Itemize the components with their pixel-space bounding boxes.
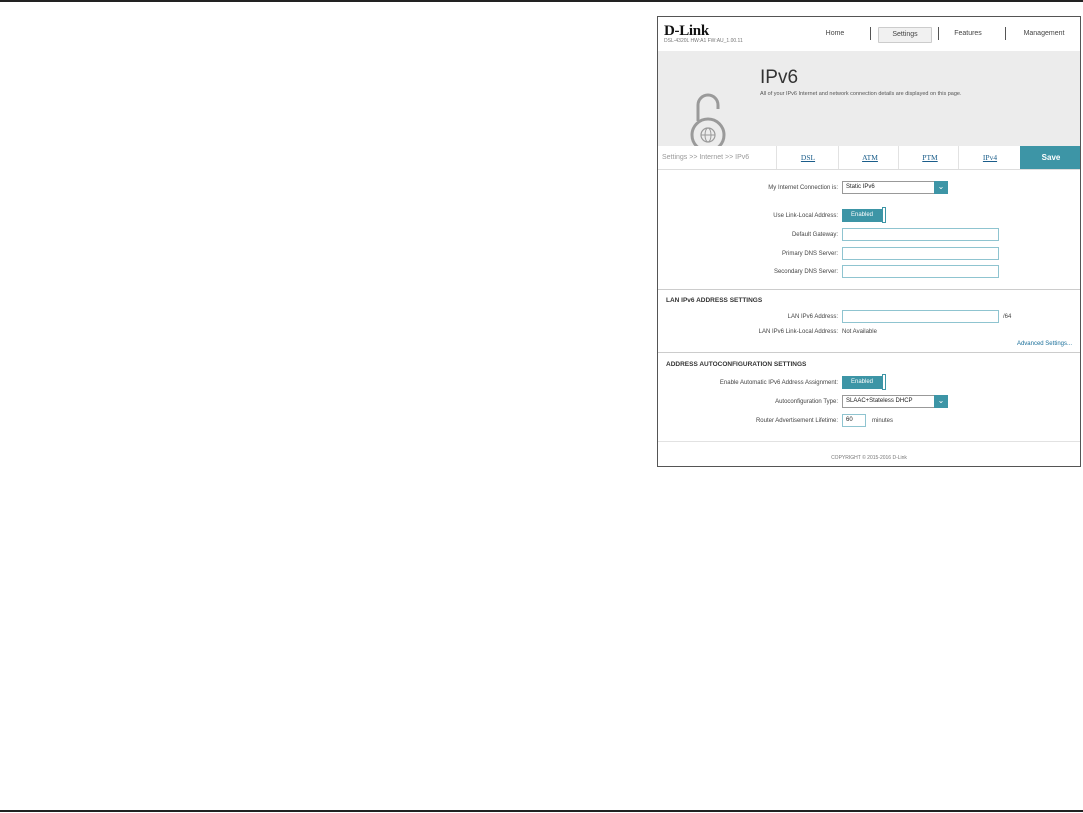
toggle-state: Enabled	[842, 209, 882, 222]
nav-separator	[938, 27, 939, 40]
chevron-down-icon: ⌄	[934, 181, 948, 194]
tab-ptm[interactable]: PTM	[898, 146, 961, 169]
nav-separator	[1005, 27, 1006, 40]
toggle-knob	[882, 374, 886, 390]
footer-divider	[658, 441, 1080, 442]
page-description: All of your IPv6 Internet and network co…	[760, 91, 962, 97]
sub-tabs: Settings >> Internet >> IPv6 DSL ATM PTM…	[658, 146, 1080, 170]
tab-atm[interactable]: ATM	[838, 146, 901, 169]
lan-link-local-label: LAN IPv6 Link-Local Address:	[758, 329, 838, 335]
page-bottom-rule	[0, 810, 1083, 812]
save-button[interactable]: Save	[1020, 146, 1080, 169]
device-info: DSL-4320L HW:A1 FW:AU_1.00.11	[664, 38, 743, 44]
lan-address-label: LAN IPv6 Address:	[787, 314, 838, 320]
connection-type-value: Static IPv6	[846, 184, 875, 190]
connection-label: My Internet Connection is:	[768, 185, 838, 191]
advanced-settings-link[interactable]: Advanced Settings...	[1017, 341, 1072, 347]
copyright: COPYRIGHT © 2015-2016 D-Link	[831, 455, 907, 461]
autoconfig-type-label: Autoconfiguration Type:	[775, 399, 838, 405]
secondary-dns-label: Secondary DNS Server:	[773, 269, 838, 275]
lifetime-unit: minutes	[872, 418, 894, 424]
connection-type-select[interactable]: Static IPv6 ⌄	[842, 181, 948, 194]
open-lock-globe-icon	[690, 93, 726, 153]
nav-features[interactable]: Features	[948, 27, 988, 41]
page-title: IPv6	[760, 67, 799, 88]
lifetime-label: Router Advertisement Lifetime:	[755, 418, 838, 424]
breadcrumb: Settings >> Internet >> IPv6	[662, 154, 750, 161]
default-gateway-input[interactable]	[842, 228, 999, 241]
chevron-down-icon: ⌄	[934, 395, 948, 408]
header: D-Link DSL-4320L HW:A1 FW:AU_1.00.11 Hom…	[658, 17, 1080, 51]
nav-management[interactable]: Management	[1014, 27, 1074, 41]
toggle-state: Enabled	[842, 376, 882, 389]
auto-assign-label: Enable Automatic IPv6 Address Assignment…	[719, 380, 838, 386]
nav-separator	[870, 27, 871, 40]
auto-assign-toggle[interactable]: Enabled	[842, 374, 888, 390]
primary-dns-label: Primary DNS Server:	[781, 251, 838, 257]
autoconfig-type-select[interactable]: SLAAC+Stateless DHCP ⌄	[842, 395, 948, 408]
lan-link-local-value: Not Available	[842, 329, 877, 335]
page-banner: IPv6 All of your IPv6 Internet and netwo…	[658, 51, 1080, 161]
lifetime-input[interactable]: 60	[842, 414, 866, 427]
primary-dns-input[interactable]	[842, 247, 999, 260]
autoconfig-section-title: ADDRESS AUTOCONFIGURATION SETTINGS	[666, 361, 807, 368]
lan-ipv6-address-input[interactable]	[842, 310, 999, 323]
tab-ipv4[interactable]: IPv4	[958, 146, 1021, 169]
gateway-label: Default Gateway:	[791, 232, 838, 238]
section-divider	[658, 352, 1080, 353]
link-local-toggle[interactable]: Enabled	[842, 207, 888, 223]
section-divider	[658, 289, 1080, 290]
router-ui-screenshot: D-Link DSL-4320L HW:A1 FW:AU_1.00.11 Hom…	[657, 16, 1081, 467]
link-local-label: Use Link-Local Address:	[773, 213, 838, 219]
prefix-suffix: /64	[1003, 314, 1012, 320]
page-top-rule	[0, 0, 1083, 2]
secondary-dns-input[interactable]	[842, 265, 999, 278]
nav-settings[interactable]: Settings	[878, 27, 932, 43]
tab-dsl[interactable]: DSL	[776, 146, 839, 169]
lan-section-title: LAN IPv6 ADDRESS SETTINGS	[666, 297, 763, 304]
nav-home[interactable]: Home	[818, 27, 852, 41]
autoconfig-type-value: SLAAC+Stateless DHCP	[846, 398, 913, 404]
toggle-knob	[882, 207, 886, 223]
